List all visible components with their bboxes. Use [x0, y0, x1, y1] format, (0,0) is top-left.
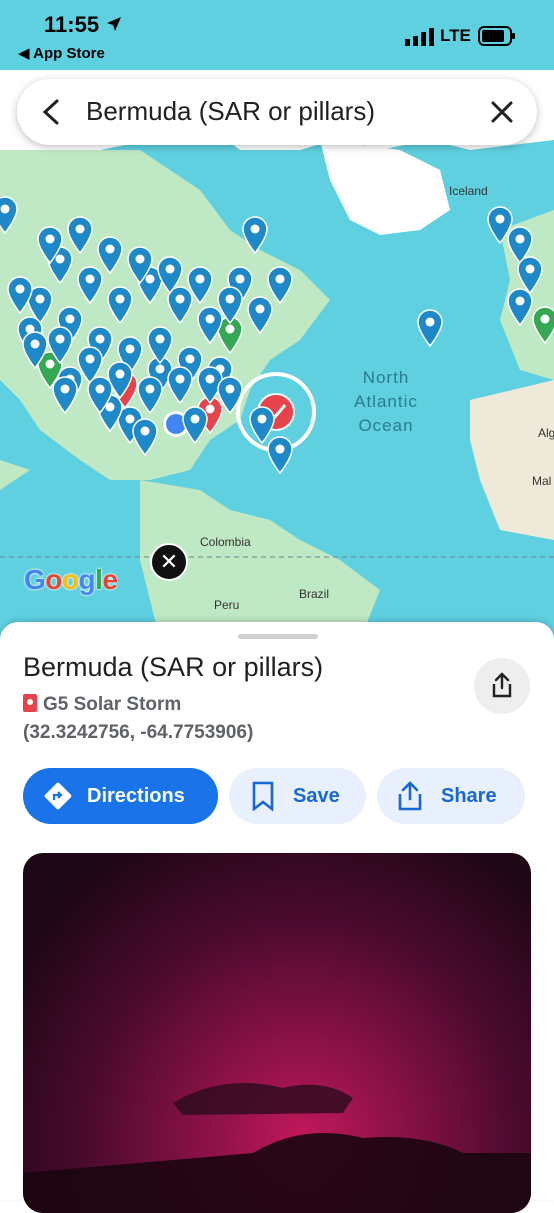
map-label-alg: Alg	[538, 426, 554, 440]
map-pin-icon[interactable]	[167, 366, 193, 404]
google-logo: Google	[24, 564, 118, 595]
place-photo[interactable]	[23, 853, 531, 1213]
back-to-app-store[interactable]: ◀ App Store	[18, 44, 105, 62]
share-label: Share	[441, 785, 497, 807]
map-label-colombia: Colombia	[200, 535, 251, 549]
map-pin-icon[interactable]	[217, 286, 243, 324]
map-pin-icon[interactable]	[0, 196, 18, 234]
map-pin-icon[interactable]	[127, 246, 153, 284]
list-pin-icon	[23, 694, 37, 712]
network-type: LTE	[440, 26, 471, 45]
map-label-brazil: Brazil	[299, 587, 330, 601]
map-pin-icon[interactable]	[249, 406, 275, 444]
saved-list-row[interactable]: G5 Solar Storm	[23, 694, 181, 716]
save-button[interactable]: Save	[229, 768, 366, 824]
bookmark-icon	[252, 781, 274, 811]
map-pin-icon[interactable]	[97, 236, 123, 274]
map-pin-icon[interactable]	[182, 406, 208, 444]
ocean-label-line-2: Atlantic	[354, 392, 418, 411]
map-pin-icon[interactable]	[87, 376, 113, 414]
ocean-label-line-1: North	[362, 368, 410, 387]
search-query[interactable]: Bermuda (SAR or pillars)	[86, 96, 375, 127]
map-pin-icon[interactable]	[532, 306, 554, 344]
signal-icon	[405, 28, 434, 46]
map-label-iceland: Iceland	[449, 184, 488, 198]
status-time: 11:55	[44, 12, 123, 38]
map-pin-icon[interactable]	[67, 216, 93, 254]
map-pin-icon[interactable]	[147, 326, 173, 364]
dismiss-icon[interactable]: ✕	[150, 543, 188, 581]
map-pin-icon[interactable]	[47, 326, 73, 364]
clear-search-icon[interactable]	[490, 100, 514, 124]
share-button[interactable]: Share	[377, 768, 525, 824]
map-pin-icon[interactable]	[37, 226, 63, 264]
share-place-button[interactable]	[474, 658, 530, 714]
map-pin-icon[interactable]	[22, 331, 48, 369]
location-arrow-icon	[107, 17, 122, 31]
directions-icon	[44, 782, 72, 810]
back-arrow-icon[interactable]	[39, 98, 65, 126]
ocean-label-line-3: Ocean	[358, 416, 414, 435]
map-pin-icon[interactable]	[247, 296, 273, 334]
map-pin-icon[interactable]	[157, 256, 183, 294]
directions-button[interactable]: Directions	[23, 768, 218, 824]
save-label: Save	[293, 785, 340, 807]
map-label-peru: Peru	[214, 598, 240, 612]
map-pin-icon[interactable]	[137, 376, 163, 414]
battery-icon	[478, 26, 515, 46]
map-pin-icon[interactable]	[52, 376, 78, 414]
place-title: Bermuda (SAR or pillars)	[23, 652, 324, 682]
map-pin-icon[interactable]	[7, 276, 33, 314]
place-sheet: Bermuda (SAR or pillars) G5 Solar Storm …	[0, 622, 554, 1213]
map-label-mal: Mal	[532, 474, 552, 488]
map-pin-icon[interactable]	[417, 309, 443, 347]
map-pin-icon[interactable]	[217, 376, 243, 414]
directions-label: Directions	[87, 785, 185, 807]
ocean-label: North Atlantic Ocean	[338, 366, 434, 438]
aurora-photo-image	[23, 1083, 531, 1213]
status-time-text: 11:55	[44, 12, 100, 37]
status-bar: 11:55 ◀ App Store LTE	[0, 0, 554, 70]
map-pin-icon[interactable]	[187, 266, 213, 304]
saved-list-name: G5 Solar Storm	[43, 694, 182, 715]
search-bar[interactable]: Bermuda (SAR or pillars)	[17, 79, 537, 145]
share-icon	[492, 672, 512, 698]
map-pin-icon[interactable]	[107, 286, 133, 324]
map-pin-icon[interactable]	[242, 216, 268, 254]
sheet-drag-handle[interactable]	[238, 634, 318, 639]
map-pin-icon[interactable]	[517, 256, 543, 294]
share-icon	[398, 781, 422, 811]
place-coordinates: (32.3242756, -64.7753906)	[23, 722, 254, 743]
map-pin-icon[interactable]	[132, 418, 158, 456]
